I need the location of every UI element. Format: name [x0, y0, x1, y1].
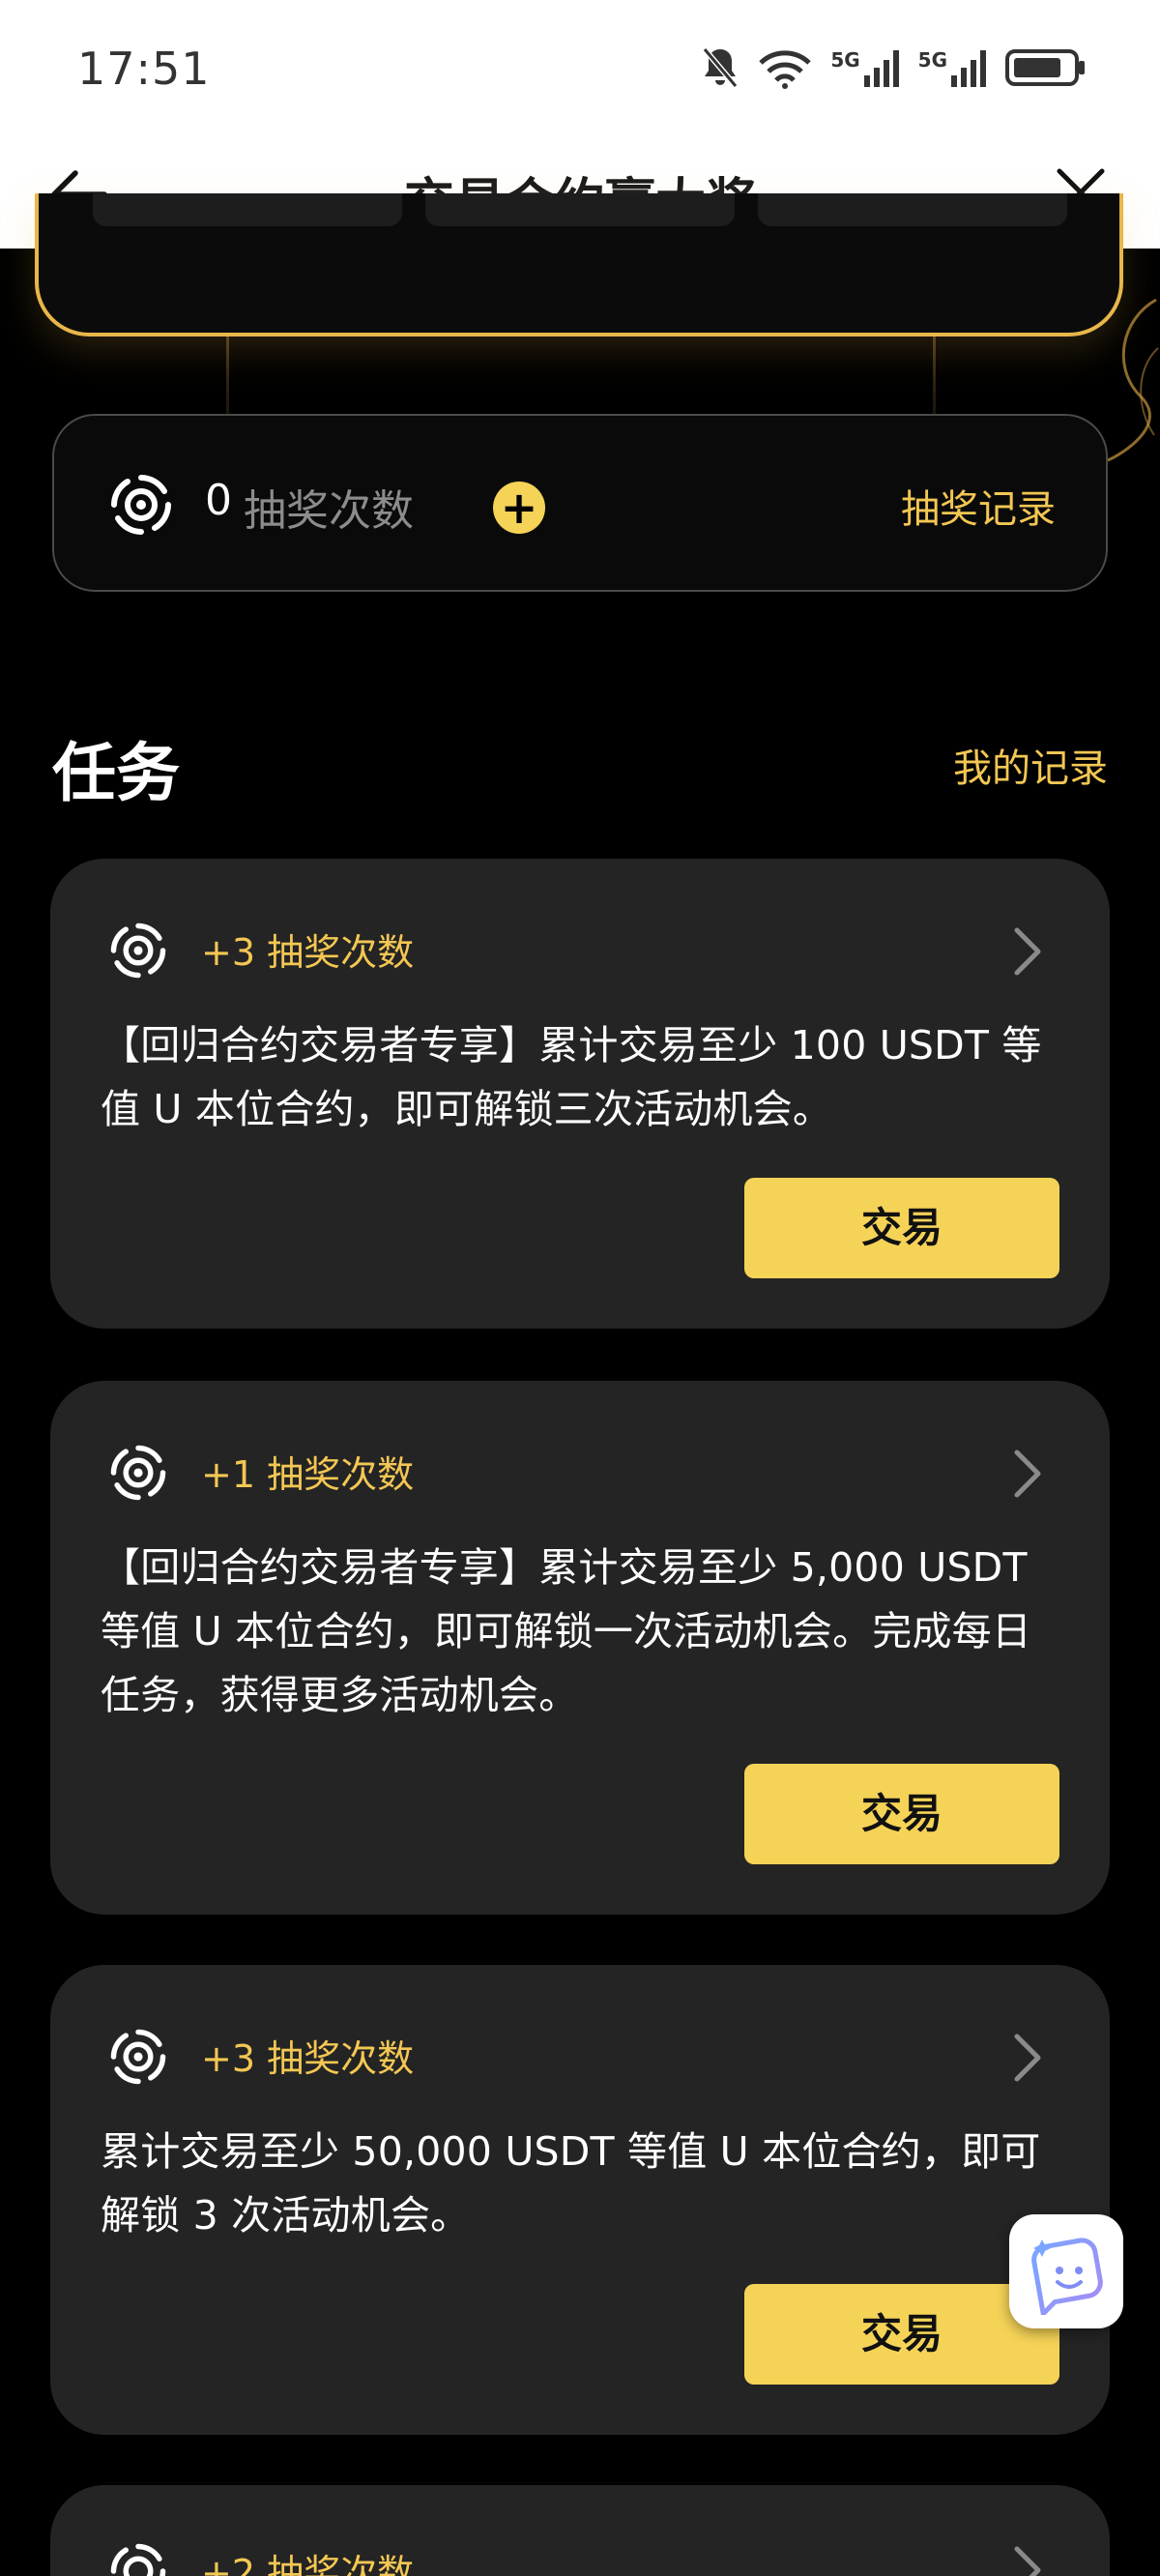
lottery-target-icon [110, 922, 166, 979]
trade-button[interactable]: 交易 [744, 1178, 1059, 1278]
task-description: 【回归合约交易者专享】累计交易至少 5,000 USDT 等值 U 本位合约，即… [101, 1544, 1032, 1718]
add-lottery-button[interactable]: + [493, 482, 545, 534]
assistant-button[interactable] [1009, 2214, 1123, 2328]
signal-5g-icon: 5G [830, 48, 900, 87]
task-card[interactable]: +2 抽奖次数 [50, 2485, 1110, 2576]
lottery-count: 0 [205, 476, 232, 525]
signal-5g-label: 5G [830, 48, 860, 72]
prize-panel [35, 193, 1123, 337]
wifi-icon [759, 50, 812, 89]
task-card[interactable]: +1 抽奖次数 【回归合约交易者专享】累计交易至少 5,000 USDT 等值 … [50, 1381, 1110, 1915]
lottery-record-link[interactable]: 抽奖记录 [901, 478, 1056, 534]
status-bar: 17:51 5G 5G [0, 0, 1160, 140]
battery-icon [1005, 49, 1085, 86]
lottery-target-icon [110, 2029, 166, 2085]
task-card[interactable]: +3 抽奖次数 【回归合约交易者专享】累计交易至少 100 USDT 等值 U … [50, 859, 1110, 1329]
task-card[interactable]: +3 抽奖次数 累计交易至少 50,000 USDT 等值 U 本位合约，即可解… [50, 1965, 1110, 2435]
assistant-face-icon [1031, 2238, 1103, 2315]
lottery-target-icon [110, 1445, 166, 1501]
task-reward: +3 抽奖次数 [201, 931, 415, 974]
chevron-right-icon[interactable] [1013, 1449, 1042, 1499]
status-time: 17:51 [77, 43, 211, 95]
lottery-count-label: 抽奖次数 [244, 486, 414, 536]
bell-muted-icon [703, 47, 739, 88]
task-description: 【回归合约交易者专享】累计交易至少 100 USDT 等值 U 本位合约，即可解… [101, 1022, 1042, 1132]
status-icons: 5G 5G [701, 44, 1087, 91]
chevron-right-icon[interactable] [1013, 2545, 1042, 2576]
lottery-target-icon [110, 2543, 166, 2576]
signal-5g-label: 5G [917, 48, 947, 72]
chevron-right-icon[interactable] [1013, 926, 1042, 977]
lottery-target-icon [111, 475, 171, 535]
task-reward: +2 抽奖次数 [201, 2552, 415, 2576]
signal-5g-icon: 5G [918, 48, 988, 87]
task-reward: +1 抽奖次数 [201, 1453, 415, 1496]
lottery-count-bar: 0 抽奖次数 + 抽奖记录 [52, 414, 1108, 592]
decorative-glow-line [226, 334, 229, 415]
chevron-right-icon[interactable] [1013, 2033, 1042, 2083]
task-description: 累计交易至少 50,000 USDT 等值 U 本位合约，即可解锁 3 次活动机… [101, 2128, 1041, 2239]
decorative-glow-line [933, 334, 936, 415]
decorative-swirl-icon [1107, 298, 1159, 462]
my-records-link[interactable]: 我的记录 [953, 737, 1108, 793]
tasks-title: 任务 [52, 736, 180, 810]
task-reward: +3 抽奖次数 [201, 2037, 415, 2080]
prize-slot [93, 193, 402, 226]
prize-slot [425, 193, 735, 226]
trade-button[interactable]: 交易 [744, 1764, 1059, 1864]
prize-slot [758, 193, 1067, 226]
